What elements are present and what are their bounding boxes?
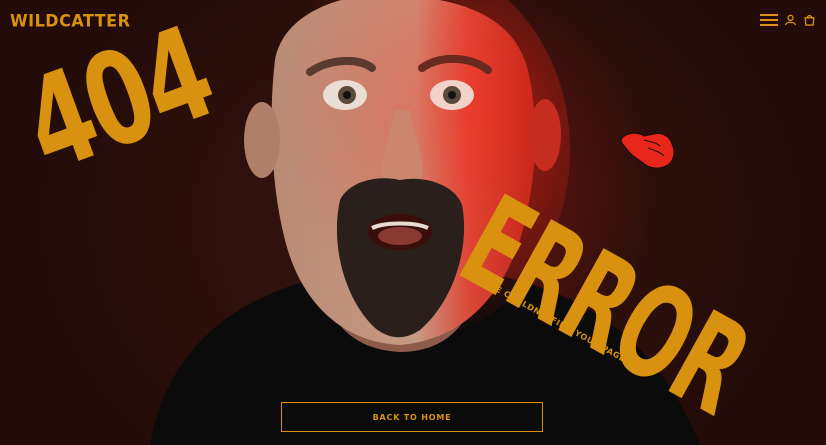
header-nav	[760, 12, 816, 28]
back-to-home-button[interactable]: BACK TO HOME	[281, 402, 543, 432]
pointing-hand-icon	[620, 132, 675, 169]
error-page: WILDCATTER 404 ERROR WE COULDN'T FIND YO…	[0, 0, 826, 445]
cart-icon[interactable]	[803, 12, 816, 28]
account-icon[interactable]	[784, 12, 797, 28]
menu-icon[interactable]	[760, 12, 778, 28]
